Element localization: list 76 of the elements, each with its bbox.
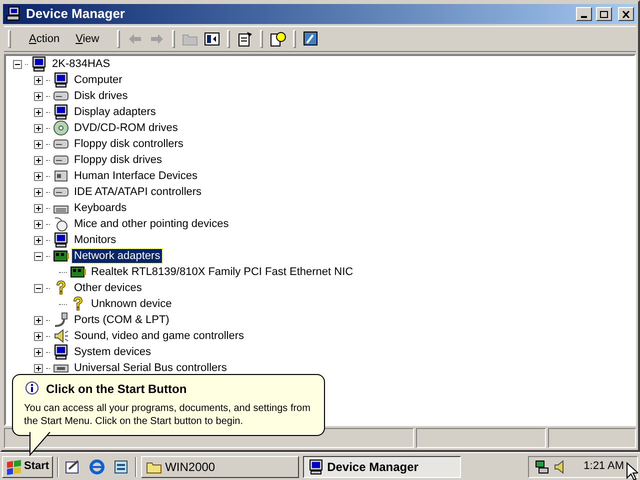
panel-icon[interactable] (204, 31, 220, 47)
network-card-icon (53, 248, 69, 264)
tree-item-label[interactable]: Sound, video and game controllers (72, 329, 246, 343)
collapse-toggle[interactable] (34, 284, 43, 292)
expand-toggle[interactable] (34, 76, 43, 84)
plug-icon (53, 312, 69, 328)
expand-toggle[interactable] (34, 140, 43, 148)
help-icon[interactable] (270, 31, 286, 47)
taskbar-button[interactable]: WIN2000 (141, 456, 300, 478)
tree-item-label[interactable]: Network adapters (72, 249, 162, 263)
expand-toggle[interactable] (34, 348, 43, 356)
tree-item-label[interactable]: 2K-834HAS (50, 57, 112, 71)
start-button[interactable]: Start (2, 456, 54, 478)
tree-item-label[interactable]: Universal Serial Bus controllers (72, 361, 229, 375)
monitor-icon (53, 72, 69, 88)
tree-item-label[interactable]: Disk drives (72, 89, 130, 103)
network-icon[interactable] (534, 458, 550, 474)
browser-icon[interactable] (89, 458, 106, 474)
windows-flag-icon (6, 458, 22, 474)
balloon-text: You can access all your programs, documents, and settings from the Start Menu. Click on the Start button to begin. (24, 402, 312, 428)
tree-item-label[interactable]: Mice and other pointing devices (72, 217, 231, 231)
monitor-icon (53, 104, 69, 120)
computer-icon (6, 6, 22, 22)
clock: 1:21 AM (584, 459, 624, 474)
maximize-button[interactable] (596, 7, 612, 21)
network-card-icon (70, 264, 86, 280)
desktop-icon[interactable] (65, 458, 82, 474)
balloon-title: Click on the Start Button (46, 381, 187, 398)
expand-toggle[interactable] (34, 108, 43, 116)
window-title: Device Manager (26, 5, 126, 24)
expand-toggle[interactable] (34, 332, 43, 340)
close-icon (622, 10, 630, 18)
tree-item-label[interactable]: Keyboards (72, 201, 129, 215)
tree-item-label[interactable]: Floppy disk drives (72, 153, 164, 167)
tree-item-label[interactable]: Unknown device (89, 297, 174, 311)
channels-icon[interactable] (113, 458, 130, 474)
minimize-button[interactable] (576, 7, 592, 21)
collapse-toggle[interactable] (13, 60, 22, 68)
expand-toggle[interactable] (34, 220, 43, 228)
monitor-icon (53, 232, 69, 248)
menu-item[interactable]: Action (21, 30, 68, 48)
menu-item[interactable]: View (68, 30, 108, 48)
scan-hardware-icon[interactable] (303, 31, 320, 47)
tree-item-label[interactable]: Other devices (72, 281, 144, 295)
tree-item-label[interactable]: Computer (72, 73, 124, 87)
expand-toggle[interactable] (34, 172, 43, 180)
speaker-icon (53, 328, 69, 344)
tree-item-label[interactable]: Realtek RTL8139/810X Family PCI Fast Ethernet NIC (89, 265, 356, 279)
expand-toggle[interactable] (34, 316, 43, 324)
collapse-toggle[interactable] (34, 252, 43, 260)
close-button[interactable] (618, 7, 634, 21)
tree-item-label[interactable]: Human Interface Devices (72, 169, 200, 183)
maximize-icon (600, 10, 608, 18)
info-icon (24, 381, 40, 397)
expand-toggle[interactable] (34, 236, 43, 244)
properties-icon[interactable] (237, 31, 254, 47)
disc-icon (53, 120, 69, 136)
tree-item-label[interactable]: Monitors (72, 233, 118, 247)
expand-toggle[interactable] (34, 188, 43, 196)
taskbar-button[interactable]: Device Manager (303, 456, 462, 478)
mouse-icon (53, 216, 69, 232)
expand-toggle[interactable] (34, 156, 43, 164)
monitor-icon (31, 56, 47, 72)
device-icon (53, 168, 69, 184)
expand-toggle[interactable] (34, 364, 43, 372)
tree-item-label[interactable]: Display adapters (72, 105, 158, 119)
tree-item-label[interactable]: DVD/CD-ROM drives (72, 121, 180, 135)
expand-toggle[interactable] (34, 204, 43, 212)
tree-item-label[interactable]: System devices (72, 345, 154, 359)
tree-item-label[interactable]: Floppy disk controllers (72, 137, 186, 151)
tree-item-label[interactable]: Ports (COM & LPT) (72, 313, 172, 327)
monitor-icon (53, 344, 69, 360)
expand-toggle[interactable] (34, 92, 43, 100)
tree-item-label[interactable]: IDE ATA/ATAPI controllers (72, 185, 204, 199)
expand-toggle[interactable] (34, 124, 43, 132)
monitor-icon (308, 458, 324, 474)
